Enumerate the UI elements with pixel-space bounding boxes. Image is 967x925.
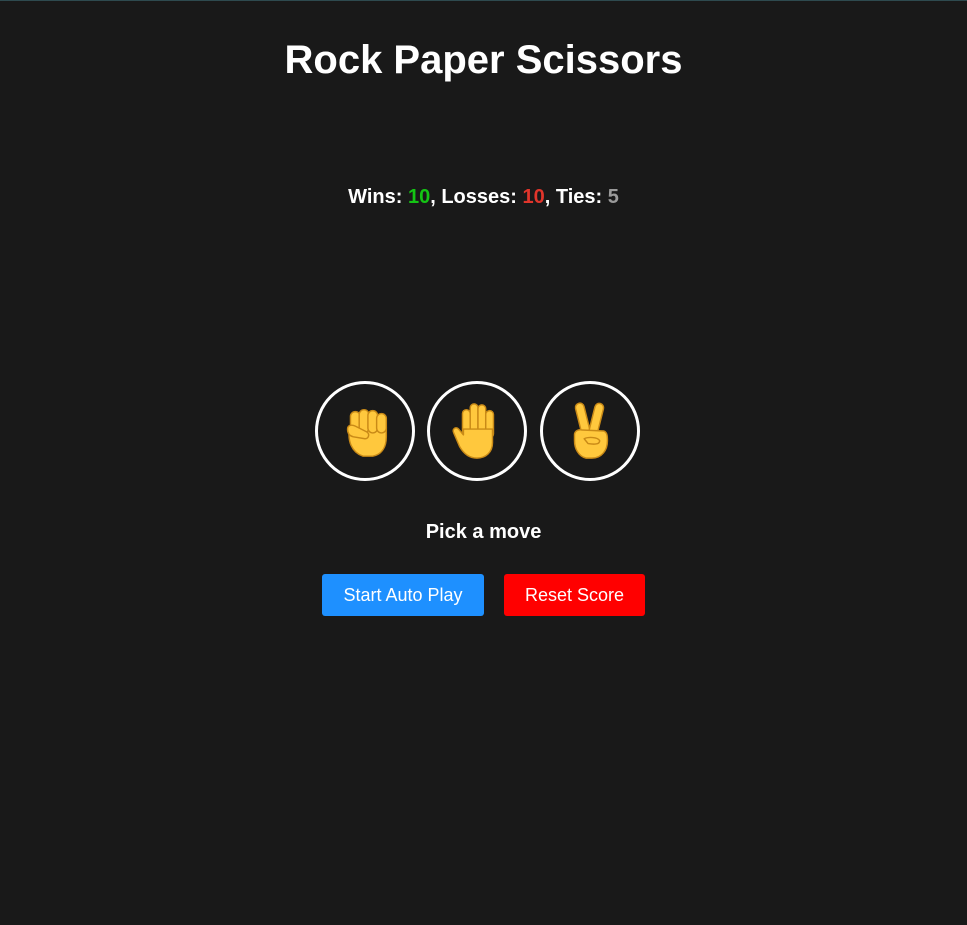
paper-button[interactable] — [427, 381, 527, 481]
raised-hand-icon — [452, 403, 495, 459]
losses-count: 10 — [522, 186, 545, 208]
losses-label: , Losses: — [430, 186, 523, 208]
score-display: Wins: 10, Losses: 10, Ties: 5 — [0, 185, 967, 209]
reset-score-button[interactable]: Reset Score — [504, 574, 645, 616]
status-message: Pick a move — [425, 521, 542, 543]
rock-button[interactable] — [315, 381, 415, 481]
wins-count: 10 — [407, 186, 431, 208]
scissors-button[interactable] — [540, 381, 640, 481]
page-title: Rock Paper Scissors — [284, 38, 683, 82]
auto-play-button[interactable]: Start Auto Play — [322, 574, 484, 616]
wins-label: Wins: — [348, 186, 408, 208]
move-buttons — [315, 381, 655, 481]
victory-hand-icon — [573, 402, 609, 459]
ties-label: , Ties: — [544, 186, 608, 208]
top-border — [0, 0, 967, 1]
game-page: Rock Paper Scissors Wins: 10, Losses: 10… — [0, 0, 967, 925]
ties-count: 5 — [607, 186, 619, 208]
fist-icon — [346, 408, 388, 457]
